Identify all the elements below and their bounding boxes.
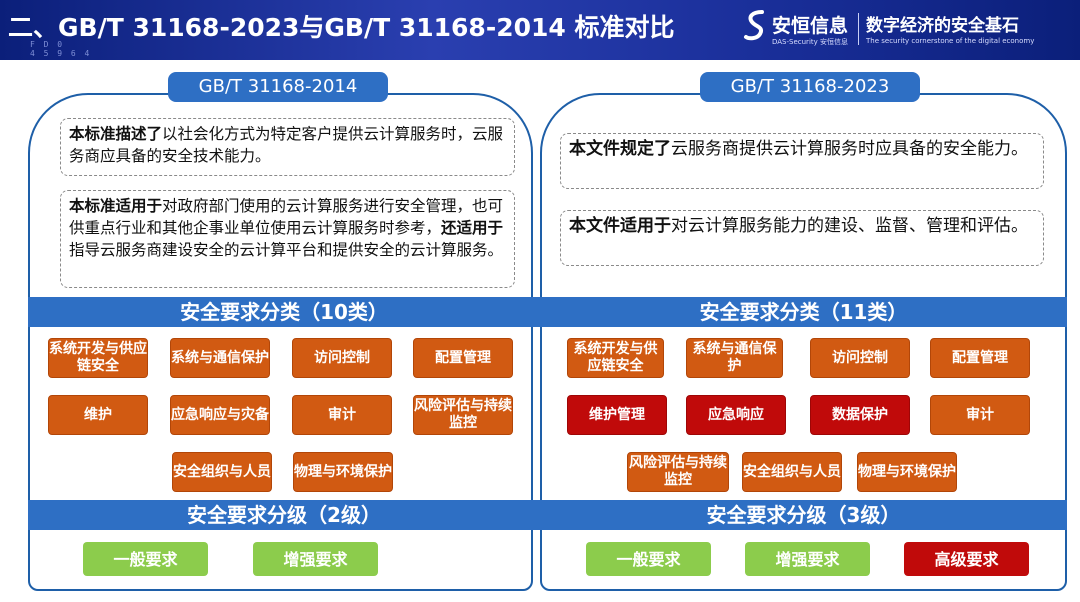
left-category-10: 物理与环境保护 xyxy=(293,452,393,492)
right-category-9: 风险评估与持续监控 xyxy=(627,452,729,492)
right-standard-tab: GB/T 31168-2023 xyxy=(700,72,920,102)
right-category-2: 系统与通信保护 xyxy=(686,338,783,378)
logo-english: DAS-Security 安恒信息 xyxy=(772,38,848,46)
right-category-bar: 安全要求分类（11类） xyxy=(540,297,1067,327)
right-desc1-bold: 本文件规定了 xyxy=(569,139,671,159)
company-logo: 安恒信息 DAS-Security 安恒信息 数字经济的安全基石 The sec… xyxy=(742,9,1072,51)
left-category-6: 应急响应与灾备 xyxy=(170,395,270,435)
slogan: 数字经济的安全基石 xyxy=(866,16,1019,36)
right-description-2: 本文件适用于对云计算服务能力的建设、监督、管理和评估。 xyxy=(560,210,1044,266)
right-description-1: 本文件规定了云服务商提供云计算服务时应具备的安全能力。 xyxy=(560,133,1044,189)
left-category-4: 配置管理 xyxy=(413,338,513,378)
left-desc1-bold: 本标准描述了 xyxy=(69,125,163,143)
logo-name: 安恒信息 xyxy=(772,15,849,37)
right-level-bar: 安全要求分级（3级） xyxy=(540,500,1067,530)
left-category-3: 访问控制 xyxy=(292,338,392,378)
header-banner: F D 0 4 5 9 6 4 二、GB/T 31168-2023与GB/T 3… xyxy=(0,0,1080,60)
left-category-5: 维护 xyxy=(48,395,148,435)
left-level-2: 增强要求 xyxy=(253,542,378,576)
logo-icon xyxy=(744,10,764,41)
right-category-1: 系统开发与供应链安全 xyxy=(567,338,664,378)
right-category-5: 维护管理 xyxy=(567,395,667,435)
left-description-1: 本标准描述了以社会化方式为特定客户提供云计算服务时，云服务商应具备的安全技术能力… xyxy=(60,118,515,176)
right-level-1: 一般要求 xyxy=(586,542,711,576)
left-level-1: 一般要求 xyxy=(83,542,208,576)
right-category-4: 配置管理 xyxy=(930,338,1030,378)
left-standard-tab: GB/T 31168-2014 xyxy=(168,72,388,102)
left-desc2-bold: 本标准适用于 xyxy=(69,197,163,215)
logo-divider xyxy=(858,13,859,45)
page-title: 二、GB/T 31168-2023与GB/T 31168-2014 标准对比 xyxy=(8,13,675,42)
right-level-3: 高级要求 xyxy=(904,542,1029,576)
left-desc2-bold2: 还适用于 xyxy=(441,219,504,237)
left-category-2: 系统与通信保护 xyxy=(170,338,270,378)
left-level-bar: 安全要求分级（2级） xyxy=(28,500,540,530)
right-category-8: 审计 xyxy=(930,395,1030,435)
right-category-6: 应急响应 xyxy=(686,395,786,435)
right-desc2-text: 对云计算服务能力的建设、监督、管理和评估。 xyxy=(671,216,1028,236)
left-desc2-text2: 指导云服务商建设安全的云计算平台和提供安全的云计算服务。 xyxy=(69,241,504,259)
left-category-9: 安全组织与人员 xyxy=(172,452,272,492)
right-category-11: 物理与环境保护 xyxy=(857,452,957,492)
right-level-2: 增强要求 xyxy=(745,542,870,576)
right-category-10: 安全组织与人员 xyxy=(742,452,842,492)
left-category-bar: 安全要求分类（10类） xyxy=(28,297,540,327)
left-category-7: 审计 xyxy=(292,395,392,435)
right-desc2-bold: 本文件适用于 xyxy=(569,216,671,236)
right-category-3: 访问控制 xyxy=(810,338,910,378)
right-category-7: 数据保护 xyxy=(810,395,910,435)
left-description-2: 本标准适用于对政府部门使用的云计算服务进行安全管理，也可供重点行业和其他企事业单… xyxy=(60,190,515,288)
left-category-1: 系统开发与供应链安全 xyxy=(48,338,148,378)
right-desc1-text: 云服务商提供云计算服务时应具备的安全能力。 xyxy=(671,139,1028,159)
slogan-english: The security cornerstone of the digital … xyxy=(866,37,1035,45)
left-category-8: 风险评估与持续监控 xyxy=(413,395,513,435)
